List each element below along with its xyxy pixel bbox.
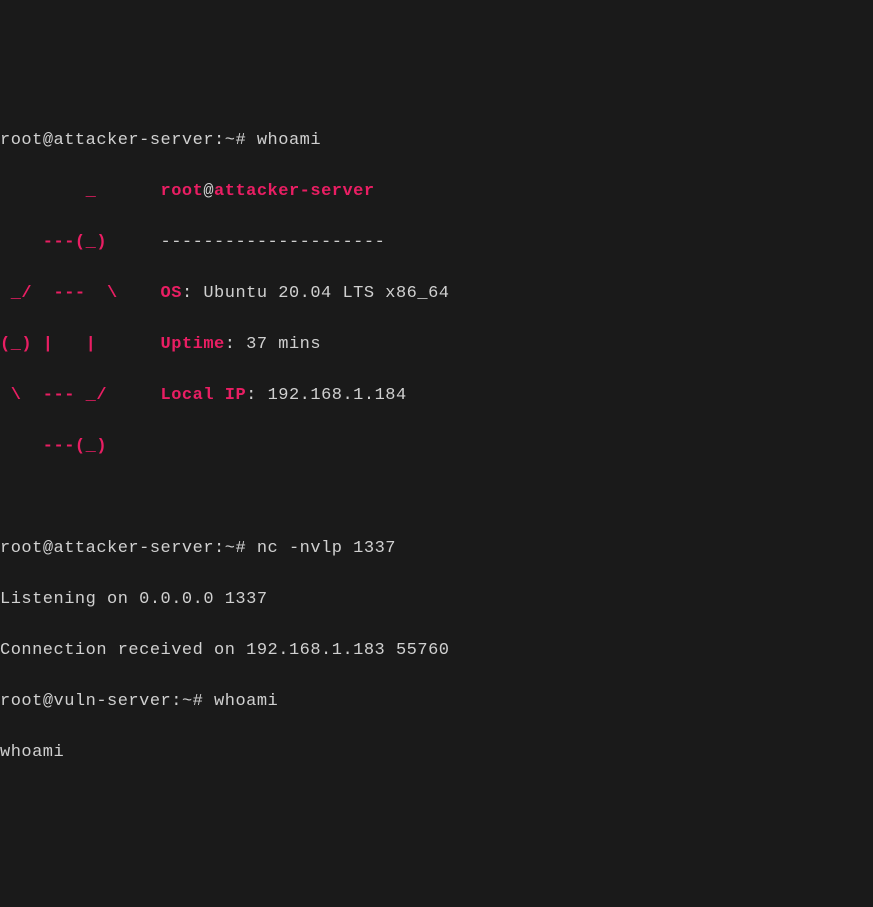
neofetch-line: ---(_) (0, 434, 873, 460)
output-line: whoami (0, 740, 873, 766)
output-line: Connection received on 192.168.1.183 557… (0, 638, 873, 664)
command-nc: nc -nvlp 1337 (257, 539, 396, 558)
blank-line (0, 485, 873, 511)
ascii-art: (_) | | (0, 335, 107, 354)
ascii-art: ---(_) (0, 233, 118, 252)
nf-user: root (161, 182, 204, 201)
prompt-suffix: # (193, 692, 204, 711)
command-whoami: whoami (257, 131, 321, 150)
host: attacker-server (54, 539, 215, 558)
ascii-art: _/ --- \ (0, 284, 118, 303)
nf-host: attacker-server (214, 182, 375, 201)
os-value: Ubuntu 20.04 LTS x86_64 (203, 284, 449, 303)
command-whoami: whoami (214, 692, 278, 711)
neofetch-line: ---(_) --------------------- (0, 230, 873, 256)
user: root (0, 692, 43, 711)
neofetch-line: _/ --- \ OS: Ubuntu 20.04 LTS x86_64 (0, 281, 873, 307)
prompt-line: root@attacker-server:~# nc -nvlp 1337 (0, 536, 873, 562)
localip-label: Local IP (161, 386, 247, 405)
user: root (0, 131, 43, 150)
path: ~ (182, 692, 193, 711)
prompt-line: root@vuln-server:~# whoami (0, 689, 873, 715)
path: ~ (225, 131, 236, 150)
host: attacker-server (54, 131, 215, 150)
ascii-art: ---(_) (0, 437, 118, 456)
neofetch-line: _ root@attacker-server (0, 179, 873, 205)
os-label: OS (161, 284, 182, 303)
ascii-art: \ --- _/ (0, 386, 118, 405)
path: ~ (225, 539, 236, 558)
output-line: Listening on 0.0.0.0 1337 (0, 587, 873, 613)
prompt-suffix: # (235, 131, 246, 150)
dash: --------------------- (161, 233, 386, 252)
neofetch-line: (_) | | Uptime: 37 mins (0, 332, 873, 358)
neofetch-line: \ --- _/ Local IP: 192.168.1.184 (0, 383, 873, 409)
host: vuln-server (54, 692, 172, 711)
uptime-label: Uptime (161, 335, 225, 354)
prompt-suffix: # (235, 539, 246, 558)
ascii-art: _ (0, 182, 118, 201)
terminal-window[interactable]: root@attacker-server:~# whoami _ root@at… (0, 102, 873, 779)
prompt-line: root@attacker-server:~# whoami (0, 128, 873, 154)
localip-value: 192.168.1.184 (268, 386, 407, 405)
user: root (0, 539, 43, 558)
uptime-value: 37 mins (246, 335, 321, 354)
